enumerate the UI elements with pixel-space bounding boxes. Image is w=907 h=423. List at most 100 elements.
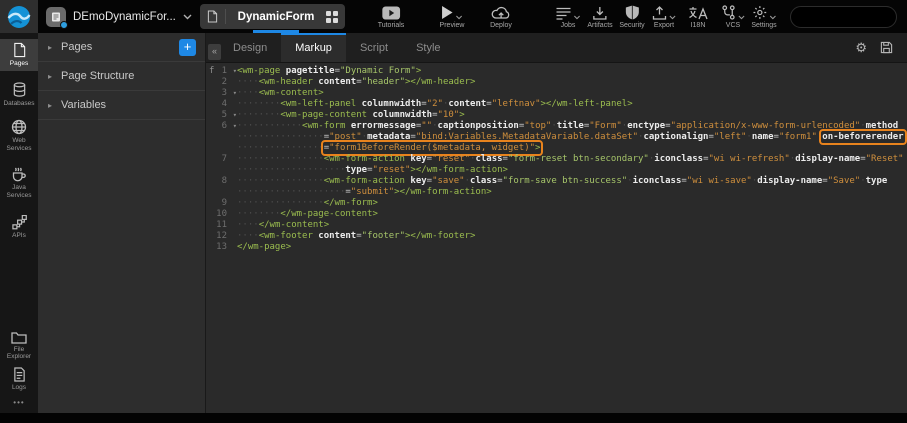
globe-icon [11,119,27,135]
code-line: ····················type="reset"></wm-fo… [206,165,907,176]
sidebar-item-label: Java Services [7,184,32,199]
code-line: 10········</wm-page-content> [206,209,907,220]
shield-icon [625,5,639,20]
left-icon-rail: Pages Databases Web Services Java Services A… [0,33,38,413]
expand-triangle-icon[interactable]: ▸ [48,43,52,52]
grid-icon[interactable] [326,11,338,23]
line-number-gutter: 9 [206,198,237,209]
top-toolbar: DEmoDynamicFor... DynamicForm Tutorials P… [0,0,907,33]
annotation-highlight-box: on-beforerender [822,132,903,142]
panel-section-variables[interactable]: ▸ Variables [38,91,205,120]
chevron-down-icon [738,15,745,20]
toolbar-item-label: Preview [440,22,465,29]
code-line: ················="form1BeforeRender($met… [206,143,907,154]
sidebar-item-apis[interactable]: APIs [0,212,38,243]
code-line: 4········<wm-left-panel columnwidth="2"·… [206,99,907,110]
sidebar-item-label: File Explorer [7,346,31,361]
sidebar-item-pages[interactable]: Pages [0,39,38,71]
toolbar-item-artifacts[interactable]: Artifacts [587,5,612,29]
code-line: 3▾····<wm-content> [206,88,907,99]
toolbar-item-label: Tutorials [378,22,405,29]
editor-tabs: DesignMarkupScriptStyle [219,33,455,62]
panel-section-label: Variables [61,99,106,111]
code-line: 8················<wm-form-action key="sa… [206,176,907,187]
sidebar-item-label: Databases [3,100,34,108]
code-editor-text[interactable]: f1▾<wm-page pagetitle="Dynamic Form">2··… [206,63,907,413]
editor-actions: ⚙ [855,33,907,62]
markup-editor: « DesignMarkupScriptStyle ⚙ f1▾<wm-page … [205,33,907,413]
folder-icon [11,330,27,344]
video-tutorials-icon [382,6,401,20]
gear-icon [752,5,767,20]
code-line: 11····</wm-content> [206,220,907,231]
sidebar-item-label: Logs [12,384,26,392]
toolbar-item-i18n[interactable]: I18N [688,5,708,29]
wavemaker-studio-window: DEmoDynamicFor... DynamicForm Tutorials P… [0,0,907,423]
tab-style[interactable]: Style [402,33,454,62]
wavemaker-logo[interactable] [0,0,38,33]
toolbar-item-jobs[interactable]: Jobs [556,5,581,29]
fold-arrow-icon[interactable]: ▾ [227,88,237,99]
sidebar-item-file-explorer[interactable]: File Explorer [0,327,38,364]
toolbar-item-export[interactable]: Export [652,5,676,29]
page-tab-title: DynamicForm [233,11,319,23]
toolbar-item-preview[interactable]: Preview [440,5,465,29]
tab-script[interactable]: Script [346,33,402,62]
tab-markup[interactable]: Markup [281,33,346,62]
gutter-marker: f [209,66,214,77]
code-line: ················="post"·metadata="bind:V… [206,132,907,143]
line-number-gutter: 6▾ [206,121,237,132]
expand-triangle-icon[interactable]: ▸ [48,72,52,81]
chevron-down-icon [669,15,676,20]
code-line: 2····<wm-header content="header"></wm-he… [206,77,907,88]
panel-section-label: Page Structure [61,70,134,82]
toolbar-item-vcs[interactable]: VCS [721,5,745,29]
save-icon[interactable] [880,41,893,54]
database-icon [12,82,27,98]
add-page-button[interactable]: + [179,39,196,56]
toolbar-item-security[interactable]: Security [619,5,644,29]
toolbar-item-label: VCS [726,22,740,29]
sidebar-item-databases[interactable]: Databases [0,79,38,111]
translate-icon [688,6,708,20]
cloud-upload-icon [491,5,511,20]
line-number-gutter [206,143,237,154]
open-page-tab[interactable]: DynamicForm [200,4,345,29]
collapse-panel-button[interactable]: « [208,44,221,60]
chevron-down-icon [456,15,463,20]
sidebar-item-web-services[interactable]: Web Services [0,116,38,155]
toolbar-item-tutorials[interactable]: Tutorials [378,5,405,29]
code-line: f1▾<wm-page pagetitle="Dynamic Form"> [206,66,907,77]
panel-section-pages[interactable]: ▸Pages+ [38,33,205,62]
pages-icon [12,42,27,58]
line-number-gutter: 4 [206,99,237,110]
panel-section-page-structure[interactable]: ▸ Page Structure [38,62,205,91]
line-number-gutter [206,187,237,198]
toolbar-item-settings[interactable]: Settings [751,5,776,29]
chevron-down-icon [574,15,581,20]
sidebar-more-dots-icon[interactable]: ••• [0,394,38,413]
sidebar-item-logs[interactable]: Logs [0,364,38,395]
fold-arrow-icon[interactable]: ▾ [227,121,237,132]
project-selector[interactable]: DEmoDynamicFor... [46,0,192,33]
annotation-highlight-box: ="form1BeforeRender($metadata, widget)"> [324,143,541,153]
code-line: 7················<wm-form-action key="re… [206,154,907,165]
sidebar-item-label: APIs [12,232,26,240]
sidebar-item-java-services[interactable]: Java Services [0,163,38,202]
upload-icon [652,6,667,20]
markup-settings-gear-icon[interactable]: ⚙ [855,40,867,56]
expand-triangle-icon[interactable]: ▸ [48,101,52,110]
fold-arrow-icon[interactable]: ▾ [227,66,237,77]
project-icon [46,7,66,27]
fold-arrow-icon[interactable]: ▾ [227,110,237,121]
toolbar-item-label: I18N [691,22,706,29]
document-icon [207,10,218,23]
line-number-gutter [206,132,237,143]
toolbar-item-label: Settings [751,22,776,29]
toolbar-item-deploy[interactable]: Deploy [490,5,512,29]
line-number-gutter: f1▾ [206,66,237,77]
project-name: DEmoDynamicFor... [73,11,176,23]
line-number-gutter: 5▾ [206,110,237,121]
tab-design[interactable]: Design [219,33,281,62]
editor-tab-bar: DesignMarkupScriptStyle ⚙ [206,33,907,63]
